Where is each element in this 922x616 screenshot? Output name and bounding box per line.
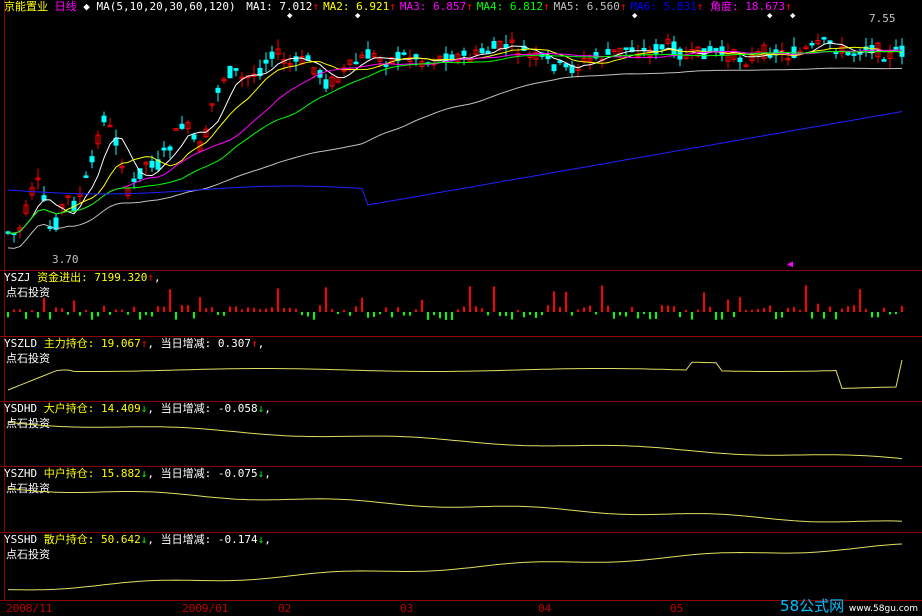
candle-body: [401, 52, 407, 55]
candle-body: [605, 48, 611, 55]
candle-body: [659, 44, 665, 50]
candle-body: [821, 37, 827, 40]
candle-body: [353, 61, 359, 65]
candle-body: [881, 59, 887, 62]
candle-body: [53, 217, 59, 230]
candle-body: [89, 156, 95, 163]
signal-marker-icon: ◆: [355, 11, 361, 21]
candle-body: [641, 47, 647, 51]
candle-body: [167, 146, 173, 151]
ma1-line: [7, 42, 903, 234]
candle-body: [161, 147, 167, 151]
candle-body: [383, 64, 389, 67]
candle-body: [365, 49, 371, 59]
holding-main-line: [7, 359, 903, 391]
candle-body: [149, 160, 155, 168]
watermark-brand: 58公式网: [780, 597, 845, 615]
candle-body: [851, 53, 857, 56]
ma4-line: [7, 50, 903, 234]
ma6-line: [7, 111, 903, 206]
candle-body: [623, 47, 629, 50]
candle-body: [491, 41, 497, 49]
candle-body: [707, 46, 713, 52]
signal-marker-icon: ◆: [767, 11, 773, 21]
date-label: 04: [538, 602, 552, 615]
candle-body: [443, 53, 449, 63]
date-label: 02: [278, 602, 292, 615]
signal-marker-icon: ◆: [632, 11, 638, 21]
candle-body: [179, 123, 185, 129]
holding-large-line: [7, 421, 903, 460]
candle-body: [461, 50, 467, 56]
ma3-line: [7, 49, 903, 234]
candle-body: [551, 64, 557, 72]
candle-body: [323, 79, 329, 89]
holding-retail-line: [7, 543, 903, 591]
candle-body: [191, 134, 197, 140]
date-axis: 2008/11 2009/01 02 03 04 05 58公式网 www.58…: [0, 597, 922, 616]
candle-body: [479, 48, 485, 54]
holding-medium-line: [7, 487, 903, 523]
watermark-url: www.58gu.com: [848, 604, 918, 614]
candle-body: [233, 68, 239, 71]
candle-body: [809, 42, 815, 46]
candle-body: [293, 56, 299, 62]
signal-marker-icon: ◆: [790, 11, 796, 21]
candle-body: [263, 59, 269, 64]
candle-body: [227, 65, 233, 79]
ma2-line: [7, 46, 903, 234]
candle-body: [737, 57, 743, 63]
candle-body: [131, 178, 137, 183]
date-label: 2008/11: [6, 602, 53, 615]
candle-body: [545, 55, 551, 60]
candle-body: [893, 46, 899, 50]
date-label: 2009/01: [182, 602, 229, 615]
candle-body: [833, 51, 839, 55]
chart-canvas[interactable]: ◆ ◆ ◆ ◆ ◆: [0, 0, 922, 600]
candle-body: [215, 87, 221, 93]
signal-marker-icon: ◆: [287, 11, 293, 21]
candle-body: [269, 51, 275, 59]
date-label: 03: [400, 602, 414, 615]
candle-body: [83, 175, 89, 178]
candle-body: [563, 63, 569, 68]
watermark: 58公式网 www.58gu.com: [780, 595, 918, 616]
candle-body: [101, 115, 107, 123]
date-label: 05: [670, 602, 684, 615]
ma5-line: [7, 67, 902, 249]
candle-body: [485, 50, 491, 54]
